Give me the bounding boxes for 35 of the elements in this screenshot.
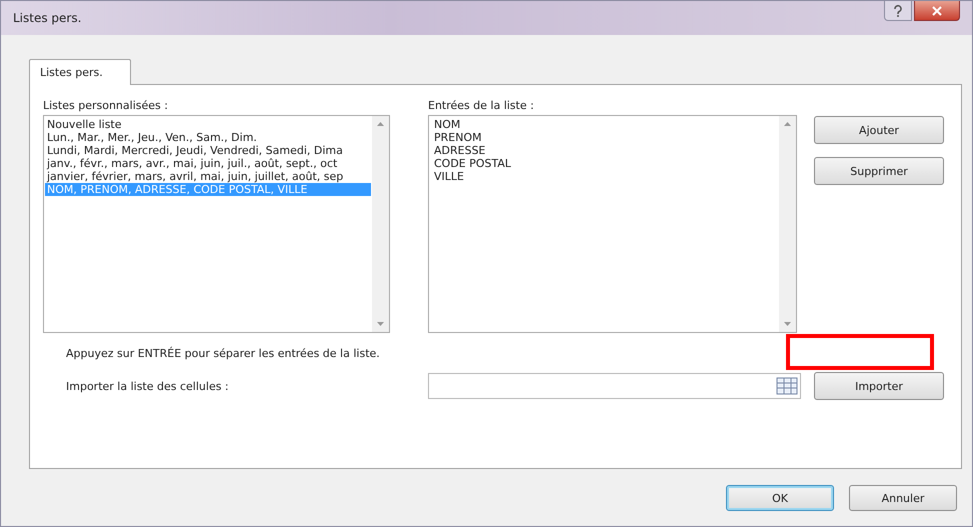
dialog-button[interactable]: OK [726, 485, 834, 511]
list-item[interactable]: janv., févr., mars, avr., mai, juin, juil., août, sept., oct [45, 157, 371, 170]
window-title: Listes pers. [13, 11, 82, 25]
list-item[interactable]: Lun., Mar., Mer., Jeu., Ven., Sam., Dim. [45, 131, 371, 144]
list-label: Listes personnalisées : [43, 99, 169, 112]
entry-line: CODE POSTAL [433, 157, 512, 170]
import-field[interactable] [428, 373, 801, 399]
entries-box[interactable]: NOM PRENOM ADRESSE CODE POSTAL VILLE [428, 115, 797, 333]
scrollbar[interactable] [372, 116, 389, 332]
action-button[interactable]: Ajouter [814, 116, 944, 144]
list-item[interactable]: Nouvelle liste [45, 118, 371, 131]
list-item[interactable]: Lundi, Mardi, Mercredi, Jeudi, Vendredi, Samedi, Dima [45, 144, 371, 157]
entry-line: ADRESSE [433, 144, 487, 157]
import-button[interactable]: Importer [814, 372, 944, 400]
scroll-down-icon[interactable] [784, 322, 791, 326]
dialog-button[interactable]: Annuler [849, 485, 957, 511]
scrollbar[interactable] [779, 116, 796, 332]
help-icon [893, 4, 903, 16]
entry-line: VILLE [433, 170, 465, 183]
hint-text: Appuyez sur ENTRÉE pour séparer les entrées de la liste. [66, 347, 381, 360]
entries-label: Entrées de la liste : [428, 99, 535, 112]
import-label: Importer la liste des cellules : [65, 380, 230, 392]
custom-lists-box[interactable] [43, 115, 390, 333]
entry-line: NOM [433, 118, 462, 131]
action-button[interactable]: Supprimer [814, 157, 944, 185]
scroll-down-icon[interactable] [377, 322, 384, 326]
help-button[interactable] [884, 1, 912, 21]
list-item[interactable]: janvier, février, mars, avril, mai, juin, juillet, août, sep [45, 170, 371, 183]
scroll-up-icon[interactable] [377, 122, 384, 126]
tab[interactable]: Listes pers. [29, 59, 131, 85]
close-icon [932, 6, 942, 16]
scroll-up-icon[interactable] [784, 122, 791, 126]
range-picker-icon[interactable] [776, 377, 798, 395]
close-button[interactable] [914, 1, 960, 21]
entry-line: PRENOM [433, 131, 483, 144]
